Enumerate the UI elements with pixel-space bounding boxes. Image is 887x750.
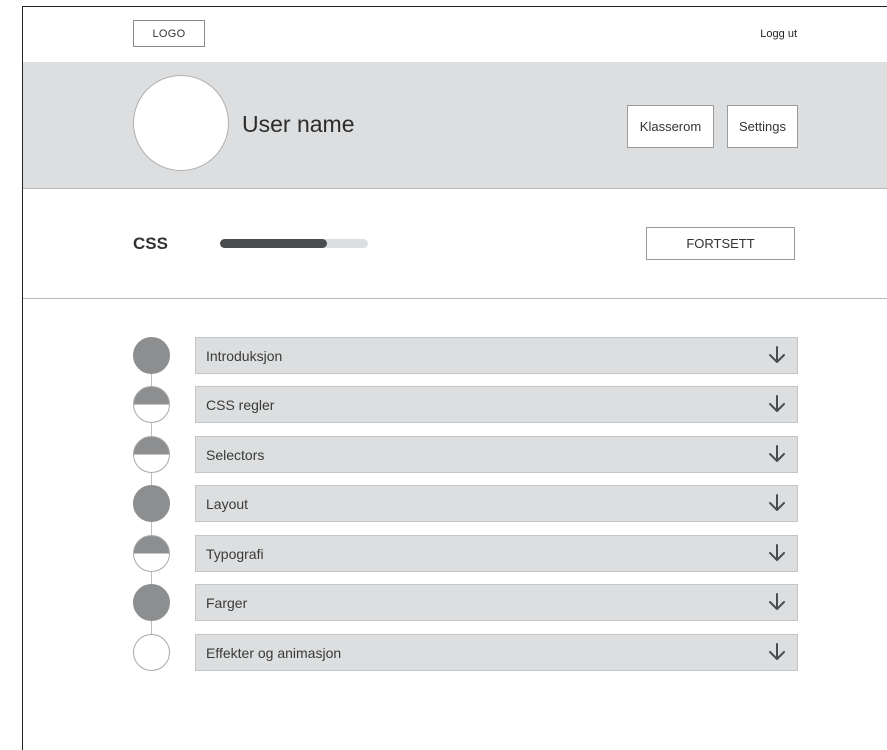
settings-button[interactable]: Settings [727,105,798,148]
lesson-accordion-bar[interactable]: Selectors [195,436,798,473]
lesson-item: Farger [23,584,887,621]
lesson-accordion-bar[interactable]: Introduksjon [195,337,798,374]
avatar[interactable] [133,75,229,171]
progress-bar-fill [220,239,327,248]
lesson-status-indicator [133,436,170,473]
arrow-down-icon[interactable] [766,641,788,663]
lesson-item: Effekter og animasjon [23,634,887,671]
lesson-accordion-bar[interactable]: Layout [195,485,798,522]
lesson-title: Layout [206,496,249,512]
lesson-item: Layout [23,485,887,522]
lesson-title: CSS regler [206,397,275,413]
top-bar: LOGO Logg ut [23,7,887,62]
classroom-button[interactable]: Klasserom [627,105,714,148]
lesson-status-indicator [133,634,170,671]
lesson-accordion-bar[interactable]: Effekter og animasjon [195,634,798,671]
lesson-status-indicator [133,386,170,423]
lesson-accordion-bar[interactable]: Farger [195,584,798,621]
progress-bar [220,239,368,248]
lesson-status-indicator [133,535,170,572]
lesson-title: Effekter og animasjon [206,645,342,661]
course-name: CSS [133,234,168,253]
username: User name [242,111,355,137]
arrow-down-icon[interactable] [766,591,788,613]
lesson-title: Selectors [206,447,265,463]
lesson-status-indicator [133,337,170,374]
arrow-down-icon[interactable] [766,542,788,564]
page-frame: LOGO Logg ut User name Klasserom Setting… [22,6,887,750]
lesson-accordion-bar[interactable]: Typografi [195,535,798,572]
profile-header: User name Klasserom Settings [23,62,887,189]
arrow-down-icon[interactable] [766,443,788,465]
lesson-item: CSS regler [23,386,887,423]
lesson-item: Selectors [23,436,887,473]
lesson-title: Introduksjon [206,348,283,364]
lesson-list: Introduksjon CSS regler Selectors Layout Typ… [23,298,887,718]
lesson-status-indicator [133,485,170,522]
arrow-down-icon[interactable] [766,393,788,415]
continue-button[interactable]: FORTSETT [646,227,795,260]
arrow-down-icon[interactable] [766,344,788,366]
logo[interactable]: LOGO [133,20,205,47]
lesson-status-indicator [133,584,170,621]
lesson-item: Typografi [23,535,887,572]
lesson-title: Farger [206,595,248,611]
arrow-down-icon[interactable] [766,492,788,514]
lesson-title: Typografi [206,546,264,562]
lesson-item: Introduksjon [23,337,887,374]
course-progress-section: CSS FORTSETT [23,188,887,299]
logout-link[interactable]: Logg ut [760,28,797,40]
lesson-accordion-bar[interactable]: CSS regler [195,386,798,423]
